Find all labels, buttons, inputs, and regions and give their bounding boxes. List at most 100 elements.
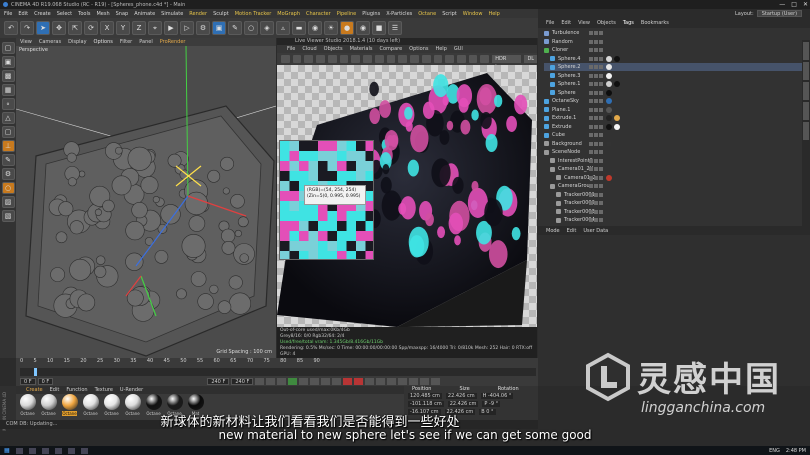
loop-icon[interactable]	[332, 378, 342, 385]
editor-visibility-dot[interactable]	[589, 99, 593, 103]
takes-tab[interactable]	[803, 62, 809, 80]
pick-material-icon[interactable]	[339, 55, 349, 63]
render-visibility-dot[interactable]	[594, 209, 598, 214]
render-view-icon[interactable]: ▶	[164, 21, 178, 35]
visibility-flags[interactable]	[589, 141, 603, 146]
materials-menu-create[interactable]: Create	[26, 387, 43, 393]
editor-visibility-dot[interactable]	[589, 201, 593, 205]
enable-check-icon[interactable]	[599, 192, 603, 197]
visibility-flags[interactable]	[589, 209, 603, 214]
z-axis-icon[interactable]: Z	[132, 21, 146, 35]
visibility-flags[interactable]	[589, 175, 603, 180]
explorer-icon[interactable]	[28, 447, 36, 454]
pen-spline-icon[interactable]: ✎	[228, 21, 242, 35]
content-browser-tab[interactable]	[803, 82, 809, 100]
menu-select[interactable]: Select	[57, 11, 72, 17]
materials-menu-u-render[interactable]: U-Render	[120, 387, 143, 393]
object-row[interactable]: Tracker0001	[544, 191, 808, 199]
menu-window[interactable]: Window	[463, 11, 483, 17]
enable-axis-icon[interactable]: ⊥	[1, 140, 15, 152]
live-viewer-menu-cloud[interactable]: Cloud	[302, 46, 316, 52]
object-row[interactable]: OctaneSky	[544, 97, 808, 105]
visibility-flags[interactable]	[589, 82, 603, 86]
render-visibility-dot[interactable]	[594, 48, 598, 52]
menu-sculpt[interactable]: Sculpt	[213, 11, 229, 17]
material-tag-icon[interactable]	[614, 115, 620, 121]
array-icon[interactable]: ◈	[260, 21, 274, 35]
keyframe-selection-icon[interactable]	[365, 378, 375, 385]
make-editable-icon[interactable]: ▢	[1, 42, 15, 54]
redo-icon[interactable]: ↷	[20, 21, 34, 35]
editor-visibility-dot[interactable]	[589, 48, 593, 52]
enable-check-icon[interactable]	[599, 56, 603, 61]
live-viewer-menu-gui[interactable]: GUI	[454, 46, 463, 52]
editor-visibility-dot[interactable]	[589, 90, 593, 95]
render-visibility-dot[interactable]	[594, 218, 598, 222]
pos-x-field[interactable]: 120.485 cm	[408, 393, 442, 399]
param-key-icon[interactable]	[409, 378, 419, 385]
editor-visibility-dot[interactable]	[589, 39, 593, 44]
enable-check-icon[interactable]	[599, 90, 603, 95]
render-visibility-dot[interactable]	[594, 184, 598, 188]
render-visibility-dot[interactable]	[594, 175, 598, 180]
enable-check-icon[interactable]	[599, 133, 603, 137]
object-row[interactable]: Tracker0004	[544, 216, 808, 224]
objects-menu-view[interactable]: View	[578, 20, 590, 26]
coordinate-system-icon[interactable]: ⌖	[148, 21, 162, 35]
object-row[interactable]: Random	[544, 38, 808, 46]
camera-icon[interactable]: ◉	[308, 21, 322, 35]
visibility-flags[interactable]	[589, 99, 603, 103]
app-taskbar-icon[interactable]	[67, 447, 75, 454]
visibility-flags[interactable]	[589, 158, 603, 163]
scale-icon[interactable]: ⇱	[68, 21, 82, 35]
size-x-field[interactable]: 22.426 cm	[445, 393, 477, 399]
menu-animate[interactable]: Animate	[134, 11, 155, 17]
menu-character[interactable]: Character	[306, 11, 331, 17]
enable-check-icon[interactable]	[599, 124, 603, 129]
viewport-menu-display[interactable]: Display	[68, 39, 86, 45]
object-row[interactable]: Background	[544, 140, 808, 148]
lock-workplane-icon[interactable]: ▨	[1, 196, 15, 208]
save-image-icon[interactable]	[398, 55, 408, 63]
object-row[interactable]: SceneNode	[544, 148, 808, 156]
menu-render[interactable]: Render	[189, 11, 207, 17]
enable-check-icon[interactable]	[599, 175, 603, 180]
editor-visibility-dot[interactable]	[589, 107, 593, 112]
close-icon[interactable]: ✕	[803, 1, 808, 8]
film-icon[interactable]	[480, 55, 490, 63]
menu-mograph[interactable]: MoGraph	[277, 11, 300, 17]
viewport-menu-cameras[interactable]: Cameras	[39, 39, 61, 45]
render-visibility-dot[interactable]	[594, 141, 598, 146]
material-tag-icon[interactable]	[606, 98, 612, 104]
render-visibility-dot[interactable]	[594, 150, 598, 154]
render-visibility-dot[interactable]	[594, 99, 598, 103]
object-row[interactable]: Tracker0003	[544, 208, 808, 216]
layout-dropdown[interactable]: Startup (User)	[756, 10, 803, 17]
material-tag-icon[interactable]	[606, 89, 612, 96]
app-taskbar-icon[interactable]	[80, 447, 88, 454]
previous-key-icon[interactable]	[266, 378, 276, 385]
material-tag-icon[interactable]	[606, 81, 612, 87]
enable-check-icon[interactable]	[599, 39, 603, 44]
task-view-icon[interactable]	[15, 447, 23, 454]
edges-mode-icon[interactable]: △	[1, 112, 15, 124]
enable-check-icon[interactable]	[599, 107, 603, 112]
size-y-field[interactable]: 22.426 cm	[447, 401, 479, 407]
post-fx-icon[interactable]	[421, 55, 431, 63]
visibility-flags[interactable]	[589, 65, 603, 69]
menu-help[interactable]: Help	[488, 11, 499, 17]
visibility-flags[interactable]	[589, 39, 603, 44]
render-visibility-dot[interactable]	[594, 56, 598, 61]
object-row[interactable]: Tracker0002	[544, 199, 808, 207]
enable-check-icon[interactable]	[599, 218, 603, 222]
record-icon[interactable]	[343, 378, 353, 385]
live-viewer-menu-compare[interactable]: Compare	[379, 46, 402, 52]
start-frame-field[interactable]: 0 F	[37, 378, 54, 385]
points-mode-icon[interactable]: ∘	[1, 98, 15, 110]
menu-motion-tracker[interactable]: Motion Tracker	[235, 11, 272, 17]
visibility-flags[interactable]	[589, 192, 603, 197]
render-visibility-dot[interactable]	[594, 192, 598, 197]
render-visibility-dot[interactable]	[594, 31, 598, 35]
editor-visibility-dot[interactable]	[589, 82, 593, 86]
attributes-menu-user-data[interactable]: User Data	[583, 228, 608, 234]
